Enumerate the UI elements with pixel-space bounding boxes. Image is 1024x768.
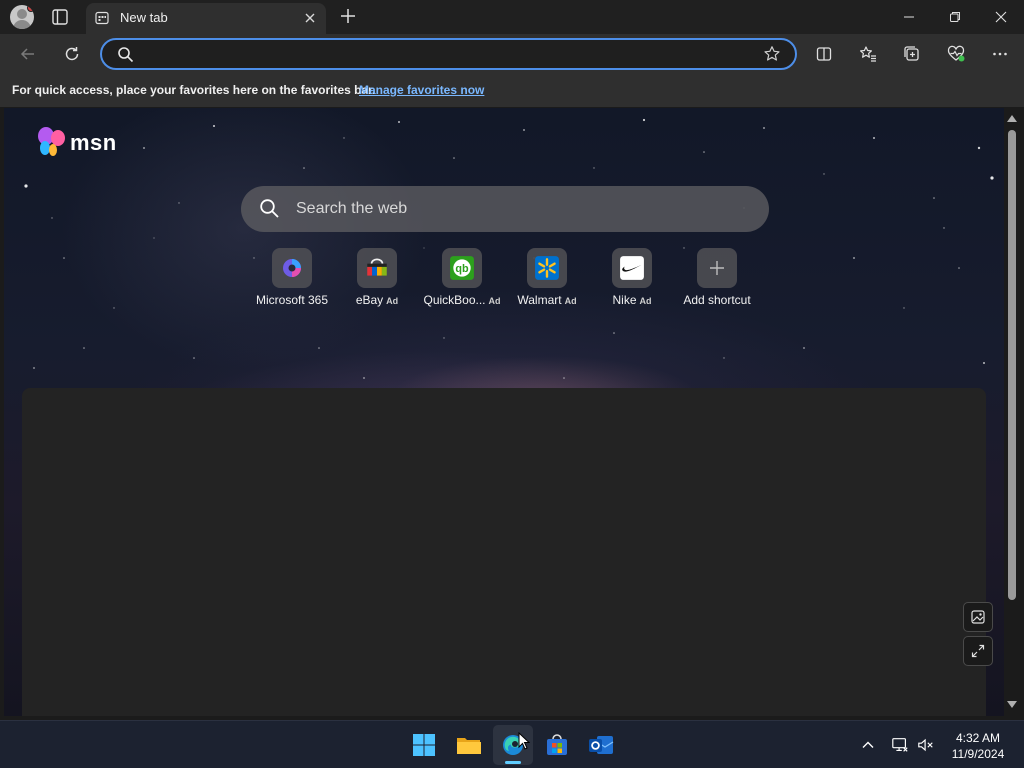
shortcut-label: Add shortcut [683,293,751,307]
mouse-pointer-icon [518,732,530,750]
ad-badge: Ad [639,296,652,306]
manage-favorites-link[interactable]: Manage favorites now [359,83,484,97]
back-arrow-icon[interactable] [16,42,40,66]
volume-muted-icon[interactable] [916,735,936,755]
add-favorite-star-icon[interactable] [763,45,781,63]
msn-wordmark: msn [70,130,117,155]
minimize-button[interactable] [886,0,932,34]
outlook-icon [589,736,614,754]
svg-text:qb: qb [455,263,469,275]
search-icon [117,46,134,63]
search-icon [259,198,280,219]
walmart-icon [527,248,567,288]
new-tab-page: msn Search the web Microsoft 365 eBay Ad … [4,108,1004,716]
scroll-thumb[interactable] [1008,130,1016,600]
store-bag-icon [547,734,567,755]
msn-butterfly-icon [38,127,65,156]
ad-badge: Ad [386,296,399,306]
collections-icon[interactable] [900,42,924,66]
shortcut-label: Nike [612,293,637,307]
shortcut-label: eBay [355,293,384,307]
new-tab-favicon-icon [95,11,109,25]
address-bar[interactable] [100,38,797,70]
new-tab-plus-icon[interactable] [338,6,358,26]
split-screen-icon[interactable] [812,42,836,66]
folder-icon [457,738,481,754]
shortcut-label: Microsoft 365 [255,293,329,307]
expand-icon[interactable] [963,636,993,666]
title-bar: New tab [0,0,1024,34]
refresh-icon[interactable] [60,42,84,66]
msn-logo[interactable]: msn [36,126,126,158]
address-input[interactable] [144,43,754,65]
start-button[interactable] [404,725,444,765]
page-scrollbar[interactable] [1004,108,1020,716]
settings-more-icon[interactable] [988,42,1012,66]
shortcut-walmart[interactable]: Walmart Ad [504,248,590,318]
content-feed-panel [22,388,986,716]
scroll-down-arrow-icon[interactable] [1007,701,1017,708]
clock-time: 4:32 AM [955,731,1001,745]
nike-icon [612,248,652,288]
plus-icon [697,248,737,288]
microsoft-store-button[interactable] [537,725,577,765]
tab-title: New tab [120,10,168,25]
show-hidden-icons-chevron-icon[interactable] [858,735,878,755]
quickbooks-icon: qb [442,248,482,288]
microsoft-365-icon [272,248,312,288]
ad-badge: Ad [564,296,577,306]
shortcut-nike[interactable]: Nike Ad [589,248,675,318]
taskbar-clock[interactable]: 4:32 AM 11/9/2024 [942,730,1014,762]
profile-avatar-icon[interactable] [10,5,34,29]
windows-taskbar: 4:32 AM 11/9/2024 [0,720,1024,768]
shortcut-ebay[interactable]: eBay Ad [334,248,420,318]
shortcut-microsoft-365[interactable]: Microsoft 365 [249,248,335,318]
restore-button[interactable] [932,0,978,34]
vertical-tabs-icon[interactable] [50,7,70,27]
favorites-bar: For quick access, place your favorites h… [0,74,1024,107]
scroll-up-arrow-icon[interactable] [1007,115,1017,122]
ad-badge: Ad [488,296,501,306]
outlook-button[interactable] [581,725,621,765]
network-icon[interactable] [890,735,910,755]
favorites-bar-message: For quick access, place your favorites h… [12,83,376,97]
ebay-icon [357,248,397,288]
clock-date: 11/9/2024 [951,747,1005,761]
file-explorer-button[interactable] [449,725,489,765]
shortcut-label: QuickBoo... [423,293,486,307]
active-app-indicator [505,761,521,764]
tab-new-tab[interactable]: New tab [86,3,326,34]
web-search-box[interactable]: Search the web [241,186,769,232]
close-window-button[interactable] [978,0,1024,34]
shortcut-add[interactable]: Add shortcut [674,248,760,318]
windows-logo-icon [413,734,435,756]
browser-toolbar [0,34,1024,74]
browser-essentials-heart-icon[interactable] [944,42,968,66]
favorites-icon[interactable] [856,42,880,66]
shortcut-label: Walmart [517,293,562,307]
change-background-icon[interactable] [963,602,993,632]
shortcut-quickbooks[interactable]: qb QuickBoo... Ad [419,248,505,318]
tab-close-icon[interactable] [302,10,318,26]
web-search-placeholder: Search the web [296,200,408,217]
